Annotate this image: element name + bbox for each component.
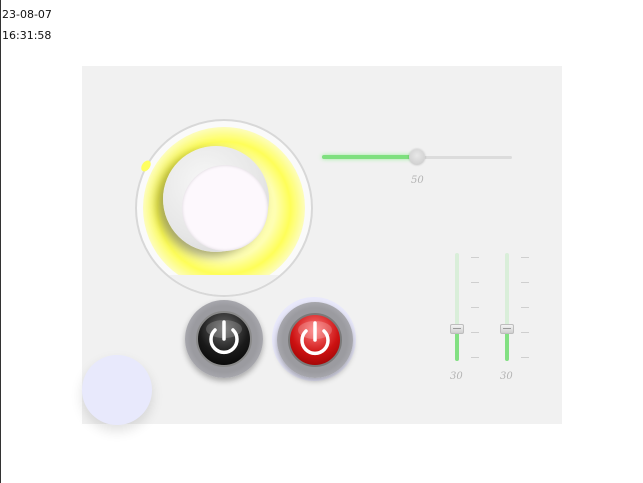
v-slider-1-tick xyxy=(471,332,479,333)
v-slider-1-thumb[interactable] xyxy=(450,324,464,334)
v-slider-1-value: 30 xyxy=(450,371,463,382)
v-slider-1-tick xyxy=(471,307,479,308)
time-label: 16:31:58 xyxy=(2,29,52,42)
v-slider-2-value: 30 xyxy=(500,371,513,382)
power-button-black-face[interactable] xyxy=(196,311,252,367)
power-icon xyxy=(206,320,242,355)
dial-cap[interactable] xyxy=(182,165,268,251)
dial-gap xyxy=(137,275,311,295)
v-slider-2-thumb[interactable] xyxy=(500,324,514,334)
date-label: 23-08-07 xyxy=(2,8,52,21)
v-slider-1-tick xyxy=(471,257,479,258)
h-slider-value: 50 xyxy=(411,175,424,186)
v-slider-2-tick xyxy=(521,357,529,358)
v-slider-2-tick xyxy=(521,307,529,308)
v-slider-2-tick xyxy=(521,282,529,283)
window-edge xyxy=(0,0,1,483)
v-slider-2-tick xyxy=(521,257,529,258)
v-slider-1-tick xyxy=(471,357,479,358)
h-slider-fill xyxy=(322,155,417,159)
floating-action-button[interactable] xyxy=(82,355,152,425)
power-icon xyxy=(298,321,332,356)
h-slider-thumb[interactable] xyxy=(409,149,425,165)
v-slider-1-tick xyxy=(471,282,479,283)
power-button-red-face[interactable] xyxy=(288,313,342,367)
v-slider-2-tick xyxy=(521,332,529,333)
